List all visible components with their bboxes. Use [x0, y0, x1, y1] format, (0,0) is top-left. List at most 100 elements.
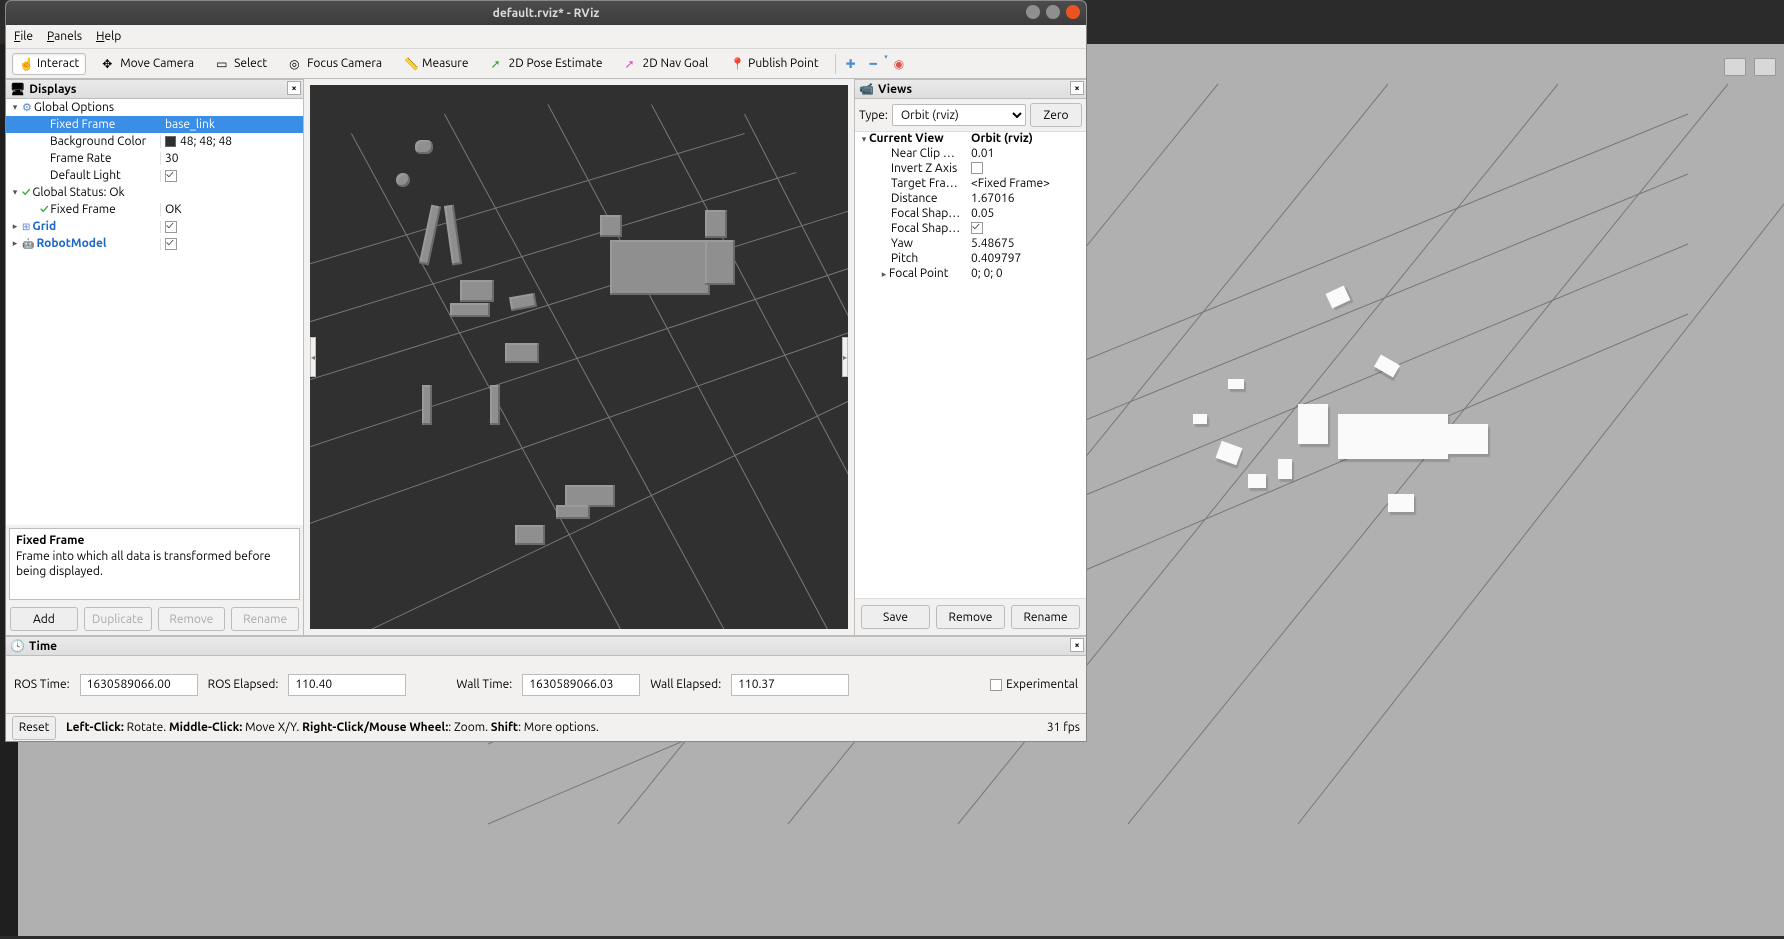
screenshot-icon[interactable] — [1724, 58, 1746, 76]
views-type-select[interactable]: Orbit (rviz) — [892, 104, 1026, 126]
monitor-icon: 🖥 — [10, 82, 25, 96]
views-rename-button[interactable]: Rename — [1011, 605, 1080, 629]
grid-icon: ⊞ — [22, 221, 30, 233]
duplicate-button: Duplicate — [84, 607, 152, 631]
time-panel-header[interactable]: 🕓 Time × — [6, 636, 1086, 656]
record-icon[interactable]: ◉ — [894, 57, 908, 71]
desktop-tray-icons — [1724, 58, 1776, 76]
menu-file[interactable]: File — [14, 30, 33, 43]
views-target-frame[interactable]: Target Fra…<Fixed Frame> — [855, 177, 1086, 192]
experimental-toggle[interactable]: Experimental — [990, 678, 1078, 691]
views-focal-shape-size[interactable]: Focal Shap…0.05 — [855, 207, 1086, 222]
tree-default-light[interactable]: Default Light — [6, 167, 303, 184]
main-3d-viewport[interactable]: ◂ ▸ — [310, 85, 848, 629]
tree-grid[interactable]: ▸⊞ Grid — [6, 218, 303, 235]
grid-plane — [310, 85, 848, 629]
fps-readout: 31 fps — [1047, 721, 1080, 734]
tree-robotmodel[interactable]: ▸🤖 RobotModel — [6, 235, 303, 252]
checkbox-checked-icon[interactable] — [165, 238, 177, 250]
remove-button: Remove — [158, 607, 226, 631]
ros-time-label: ROS Time: — [14, 678, 70, 691]
wall-time-field[interactable] — [522, 674, 640, 696]
wall-elapsed-field[interactable] — [731, 674, 849, 696]
check-icon: ✓ — [22, 186, 30, 199]
arrow-green-icon: ➚ — [490, 57, 504, 71]
status-hint: Left-Click: Rotate. Middle-Click: Move X… — [66, 721, 1037, 734]
menu-panels[interactable]: Panels — [47, 30, 82, 43]
toolbar-separator — [835, 54, 836, 74]
tree-gs-fixed-frame[interactable]: ✓ Fixed Frame OK — [6, 201, 303, 218]
robot-icon: 🤖 — [22, 238, 34, 250]
views-current-view[interactable]: ▾Current View Orbit (rviz) — [855, 132, 1086, 147]
add-button[interactable]: Add — [10, 607, 78, 631]
views-focal-shape-fixed[interactable]: Focal Shap… — [855, 222, 1086, 237]
tool-move-camera[interactable]: ✥ Move Camera — [96, 54, 200, 74]
tree-background-color[interactable]: Background Color 48; 48; 48 — [6, 133, 303, 150]
tool-measure[interactable]: 📏 Measure — [398, 54, 474, 74]
tree-fixed-frame[interactable]: Fixed Frame base_link — [6, 116, 303, 133]
close-button[interactable] — [1066, 5, 1080, 19]
statusbar: Reset Left-Click: Rotate. Middle-Click: … — [6, 713, 1086, 741]
minus-icon[interactable]: ━▾ — [870, 57, 884, 71]
arrow-pink-icon: ➚ — [625, 57, 639, 71]
tree-global-status[interactable]: ▾✓ Global Status: Ok — [6, 184, 303, 201]
checkbox-checked-icon[interactable] — [165, 170, 177, 182]
camera-icon: 📹 — [859, 82, 874, 96]
select-icon: ▭ — [216, 57, 230, 71]
wall-elapsed-label: Wall Elapsed: — [650, 678, 721, 691]
views-focal-point[interactable]: ▸Focal Point0; 0; 0 — [855, 267, 1086, 282]
tool-2d-nav-goal[interactable]: ➚ 2D Nav Goal — [619, 54, 715, 74]
plus-icon[interactable]: ✚ — [846, 57, 860, 71]
ros-elapsed-field[interactable] — [288, 674, 406, 696]
menu-help[interactable]: Help — [96, 30, 121, 43]
tree-global-options[interactable]: ▾⚙ Global Options — [6, 99, 303, 116]
views-invert-z[interactable]: Invert Z Axis — [855, 162, 1086, 177]
tool-focus-camera[interactable]: ◎ Focus Camera — [283, 54, 388, 74]
checkbox-icon[interactable] — [990, 679, 1002, 691]
color-swatch — [165, 136, 176, 147]
minimize-button[interactable] — [1026, 5, 1040, 19]
checkbox-checked-icon[interactable] — [971, 222, 983, 234]
views-near-clip[interactable]: Near Clip …0.01 — [855, 147, 1086, 162]
pin-icon: 📍 — [730, 57, 744, 71]
checkbox-checked-icon[interactable] — [165, 221, 177, 233]
displays-tree[interactable]: ▾⚙ Global Options Fixed Frame base_link … — [6, 99, 303, 525]
splitter-right[interactable]: ▸ — [842, 337, 848, 377]
views-remove-button[interactable]: Remove — [936, 605, 1005, 629]
check-icon: ✓ — [40, 203, 48, 216]
tool-2d-pose-estimate[interactable]: ➚ 2D Pose Estimate — [484, 54, 608, 74]
splitter-left[interactable]: ◂ — [310, 337, 316, 377]
ros-elapsed-label: ROS Elapsed: — [208, 678, 279, 691]
rviz-main-window: default.rviz* - RViz File Panels Help ☝ … — [5, 0, 1087, 742]
move-icon: ✥ — [102, 57, 116, 71]
titlebar[interactable]: default.rviz* - RViz — [6, 1, 1086, 25]
close-icon[interactable]: × — [1070, 638, 1084, 652]
time-panel: 🕓 Time × ROS Time: ROS Elapsed: Wall Tim… — [6, 635, 1086, 713]
views-pitch[interactable]: Pitch0.409797 — [855, 252, 1086, 267]
menubar: File Panels Help — [6, 25, 1086, 49]
reset-button[interactable]: Reset — [12, 716, 56, 740]
views-save-button[interactable]: Save — [861, 605, 930, 629]
views-tree[interactable]: ▾Current View Orbit (rviz) Near Clip …0.… — [855, 131, 1086, 599]
tool-select[interactable]: ▭ Select — [210, 54, 273, 74]
center-column: ◂ ▸ — [304, 79, 854, 635]
zero-button[interactable]: Zero — [1030, 103, 1082, 127]
close-icon[interactable]: × — [1070, 81, 1084, 95]
ros-time-field[interactable] — [80, 674, 198, 696]
views-panel-header[interactable]: 📹 Views × — [855, 79, 1086, 99]
tool-interact[interactable]: ☝ Interact — [12, 53, 86, 75]
toolbar: ☝ Interact ✥ Move Camera ▭ Select ◎ Focu… — [6, 49, 1086, 79]
tool-publish-point[interactable]: 📍 Publish Point — [724, 54, 824, 74]
displays-panel: 🖥 Displays × ▾⚙ Global Options Fixed Fra… — [6, 79, 304, 635]
displays-panel-header[interactable]: 🖥 Displays × — [6, 79, 303, 99]
checkbox-icon[interactable] — [971, 162, 983, 174]
maximize-button[interactable] — [1046, 5, 1060, 19]
tree-frame-rate[interactable]: Frame Rate 30 — [6, 150, 303, 167]
views-panel: 📹 Views × Type: Orbit (rviz) Zero ▾Curre… — [854, 79, 1086, 635]
wall-time-label: Wall Time: — [456, 678, 512, 691]
views-yaw[interactable]: Yaw5.48675 — [855, 237, 1086, 252]
clock-icon: 🕓 — [10, 639, 25, 653]
views-distance[interactable]: Distance1.67016 — [855, 192, 1086, 207]
log-icon[interactable] — [1754, 58, 1776, 76]
close-icon[interactable]: × — [287, 81, 301, 95]
